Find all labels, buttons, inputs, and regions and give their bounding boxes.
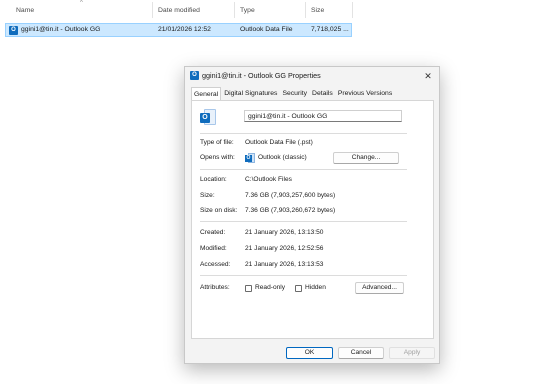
modified-label: Modified: <box>200 245 227 252</box>
tab-strip: General Digital Signatures Security Deta… <box>191 87 395 100</box>
readonly-label: Read-only <box>255 284 286 291</box>
readonly-checkbox[interactable] <box>245 285 252 292</box>
column-divider[interactable] <box>305 2 306 18</box>
divider <box>200 221 407 222</box>
modified-value: 21 January 2026, 12:52:56 <box>245 245 324 252</box>
size-label: Size: <box>200 192 215 199</box>
hidden-label: Hidden <box>305 284 326 291</box>
sort-arrow-icon: ^ <box>80 0 83 6</box>
divider <box>200 133 407 134</box>
size-value: 7.36 GB (7,903,257,600 bytes) <box>245 192 336 199</box>
accessed-value: 21 January 2026, 13:13:53 <box>245 261 324 268</box>
outlook-data-file-icon: O <box>190 71 199 80</box>
dialog-titlebar[interactable]: O ggini1@tin.it - Outlook GG Properties … <box>185 67 439 85</box>
outlook-data-file-icon: O <box>9 26 18 35</box>
location-value: C:\Outlook Files <box>245 176 292 183</box>
outlook-app-icon: O <box>245 153 255 163</box>
divider <box>200 169 407 170</box>
column-divider[interactable] <box>152 2 153 18</box>
file-name: ggini1@tin.it - Outlook GG <box>21 26 101 33</box>
location-label: Location: <box>200 176 227 183</box>
tab-details[interactable]: Details <box>310 87 335 100</box>
tab-general[interactable]: General <box>191 87 222 100</box>
tab-previous-versions[interactable]: Previous Versions <box>336 87 394 100</box>
file-date-modified: 21/01/2026 12:52 <box>158 26 211 33</box>
outlook-data-file-icon: O <box>200 109 216 126</box>
change-button[interactable]: Change... <box>333 152 399 164</box>
tab-digital-signatures[interactable]: Digital Signatures <box>222 87 279 100</box>
size-on-disk-value: 7.36 GB (7,903,260,672 bytes) <box>245 207 336 214</box>
opens-with-label: Opens with: <box>200 154 235 161</box>
hidden-checkbox[interactable] <box>295 285 302 292</box>
file-row-selected[interactable]: O ggini1@tin.it - Outlook GG 21/01/2026 … <box>5 23 352 37</box>
column-header-type[interactable]: Type <box>240 0 255 20</box>
close-icon[interactable]: ✕ <box>421 69 435 83</box>
type-of-file-label: Type of file: <box>200 139 234 146</box>
cancel-button[interactable]: Cancel <box>338 347 384 359</box>
file-size: 7,718,025 ... <box>311 26 349 33</box>
tab-security[interactable]: Security <box>280 87 309 100</box>
column-divider[interactable] <box>352 2 353 18</box>
opens-with-value: Outlook (classic) <box>258 154 307 161</box>
attributes-label: Attributes: <box>200 284 230 291</box>
dialog-title: ggini1@tin.it - Outlook GG Properties <box>202 71 321 80</box>
divider <box>200 275 407 276</box>
created-label: Created: <box>200 229 226 236</box>
column-header-name[interactable]: Name <box>16 0 34 20</box>
properties-dialog: O ggini1@tin.it - Outlook GG Properties … <box>184 66 440 364</box>
advanced-button[interactable]: Advanced... <box>355 282 404 294</box>
type-of-file-value: Outlook Data File (.pst) <box>245 139 313 146</box>
file-name-field[interactable]: ggini1@tin.it - Outlook GG <box>244 110 402 122</box>
accessed-label: Accessed: <box>200 261 231 268</box>
created-value: 21 January 2026, 13:13:50 <box>245 229 324 236</box>
column-divider[interactable] <box>234 2 235 18</box>
file-type: Outlook Data File <box>240 26 293 33</box>
column-header-date-modified[interactable]: Date modified <box>158 0 200 20</box>
column-header-size[interactable]: Size <box>311 0 324 20</box>
ok-button[interactable]: OK <box>286 347 333 359</box>
apply-button[interactable]: Apply <box>389 347 435 359</box>
size-on-disk-label: Size on disk: <box>200 207 238 214</box>
general-tab-panel: O ggini1@tin.it - Outlook GG Type of fil… <box>191 100 434 339</box>
